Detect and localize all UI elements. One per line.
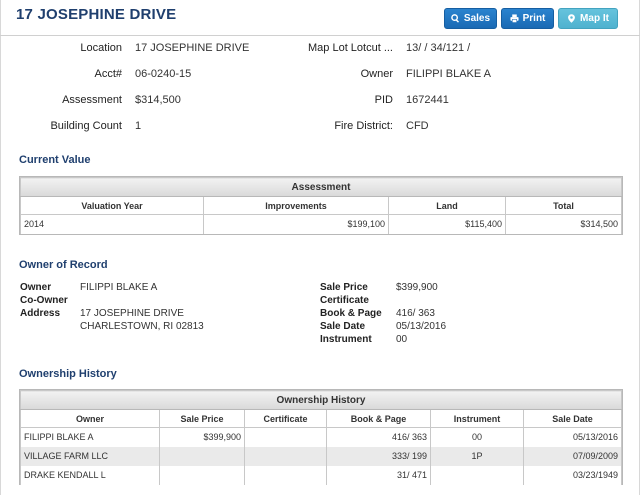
current-value-caption: Assessment bbox=[20, 177, 622, 197]
instrument-label: Instrument bbox=[320, 334, 372, 345]
column-header: Land bbox=[388, 196, 506, 215]
owner-record-address-line2: CHARLESTOWN, RI 02813 bbox=[80, 321, 204, 332]
page-title: 17 JOSEPHINE DRIVE bbox=[16, 6, 177, 23]
table-cell: FILIPPI BLAKE A bbox=[20, 427, 160, 447]
assessment-label: Assessment bbox=[62, 94, 122, 106]
current-value-title: Current Value bbox=[19, 154, 91, 166]
table-row: FILIPPI BLAKE A $399,900 416/ 363 00 05/… bbox=[20, 427, 622, 447]
column-header: Book & Page bbox=[326, 409, 431, 428]
table-cell: $199,100 bbox=[203, 214, 389, 234]
book-page-value: 416/ 363 bbox=[396, 308, 435, 319]
ownership-history-title: Ownership History bbox=[19, 368, 117, 380]
table-cell: 03/23/1949 bbox=[523, 465, 622, 485]
table-cell: DRAKE KENDALL L bbox=[20, 465, 160, 485]
column-header: Sale Price bbox=[159, 409, 245, 428]
owner-record-address-line1: 17 JOSEPHINE DRIVE bbox=[80, 308, 184, 319]
owner-of-record-title: Owner of Record bbox=[19, 259, 108, 271]
location-label: Location bbox=[80, 42, 122, 54]
table-cell: 05/13/2016 bbox=[523, 427, 622, 447]
sales-button[interactable]: Sales bbox=[444, 8, 497, 29]
column-header: Instrument bbox=[430, 409, 524, 428]
maplot-value: 13/ / 34/121 / bbox=[406, 42, 471, 54]
building-count-value: 1 bbox=[135, 120, 142, 132]
table-cell: 1P bbox=[430, 446, 524, 466]
column-header: Sale Date bbox=[523, 409, 622, 428]
fire-district-label: Fire District: bbox=[334, 120, 393, 132]
table-cell bbox=[159, 465, 245, 485]
column-header: Improvements bbox=[203, 196, 389, 215]
pid-value: 1672441 bbox=[406, 94, 449, 106]
maplot-label: Map Lot Lotcut ... bbox=[308, 42, 393, 54]
table-cell: 31/ 471 bbox=[326, 465, 431, 485]
sale-price-value: $399,900 bbox=[396, 282, 438, 293]
table-row: 2014 $199,100 $115,400 $314,500 bbox=[20, 214, 622, 234]
table-row: DRAKE KENDALL L 31/ 471 03/23/1949 bbox=[20, 465, 622, 485]
column-header: Owner bbox=[20, 409, 160, 428]
table-cell bbox=[244, 465, 327, 485]
map-marker-icon bbox=[568, 14, 575, 23]
column-header: Valuation Year bbox=[20, 196, 204, 215]
owner-record-owner-value: FILIPPI BLAKE A bbox=[80, 282, 158, 293]
pid-label: PID bbox=[374, 94, 393, 106]
ownership-history-caption: Ownership History bbox=[20, 390, 622, 410]
map-it-button[interactable]: Map It bbox=[558, 8, 618, 29]
table-row: VILLAGE FARM LLC 333/ 199 1P 07/09/2009 bbox=[20, 446, 622, 466]
owner-record-address-label: Address bbox=[20, 308, 61, 319]
table-cell bbox=[244, 446, 327, 466]
assessment-value: $314,500 bbox=[135, 94, 181, 106]
certificate-label: Certificate bbox=[320, 295, 369, 306]
table-cell: $314,500 bbox=[505, 214, 622, 234]
instrument-value: 00 bbox=[396, 334, 408, 345]
map-it-button-label: Map It bbox=[580, 13, 609, 24]
column-header: Certificate bbox=[244, 409, 327, 428]
table-cell: 416/ 363 bbox=[326, 427, 431, 447]
table-cell bbox=[159, 446, 245, 466]
sale-date-label: Sale Date bbox=[320, 321, 366, 332]
book-page-label: Book & Page bbox=[320, 308, 382, 319]
search-icon bbox=[451, 14, 459, 23]
table-cell: 00 bbox=[430, 427, 524, 447]
table-cell bbox=[244, 427, 327, 447]
printer-icon bbox=[510, 14, 519, 23]
sale-price-label: Sale Price bbox=[320, 282, 368, 293]
table-cell: $399,900 bbox=[159, 427, 245, 447]
sale-date-value: 05/13/2016 bbox=[396, 321, 447, 332]
table-cell bbox=[430, 465, 524, 485]
print-button[interactable]: Print bbox=[501, 8, 554, 29]
table-cell: $115,400 bbox=[388, 214, 506, 234]
table-cell: 07/09/2009 bbox=[523, 446, 622, 466]
ownership-history-table: Ownership History Owner Sale Price Certi… bbox=[19, 389, 623, 485]
page-header: 17 JOSEPHINE DRIVE Sales Print Map It bbox=[0, 0, 640, 36]
current-value-table: Assessment Valuation Year Improvements L… bbox=[19, 176, 623, 235]
print-button-label: Print bbox=[522, 13, 546, 24]
sales-button-label: Sales bbox=[463, 13, 491, 24]
owner-record-coowner-label: Co-Owner bbox=[20, 295, 68, 306]
table-cell: 2014 bbox=[20, 214, 204, 234]
owner-of-record-block: Owner FILIPPI BLAKE A Co-Owner Address 1… bbox=[0, 280, 640, 350]
acct-label: Acct# bbox=[94, 68, 122, 80]
fire-district-value: CFD bbox=[406, 120, 429, 132]
table-cell: VILLAGE FARM LLC bbox=[20, 446, 160, 466]
table-cell: 333/ 199 bbox=[326, 446, 431, 466]
column-header: Total bbox=[505, 196, 622, 215]
owner-record-owner-label: Owner bbox=[20, 282, 52, 293]
owner-value: FILIPPI BLAKE A bbox=[406, 68, 491, 80]
owner-label: Owner bbox=[360, 68, 393, 80]
acct-value: 06-0240-15 bbox=[135, 68, 192, 80]
building-count-label: Building Count bbox=[50, 120, 122, 132]
